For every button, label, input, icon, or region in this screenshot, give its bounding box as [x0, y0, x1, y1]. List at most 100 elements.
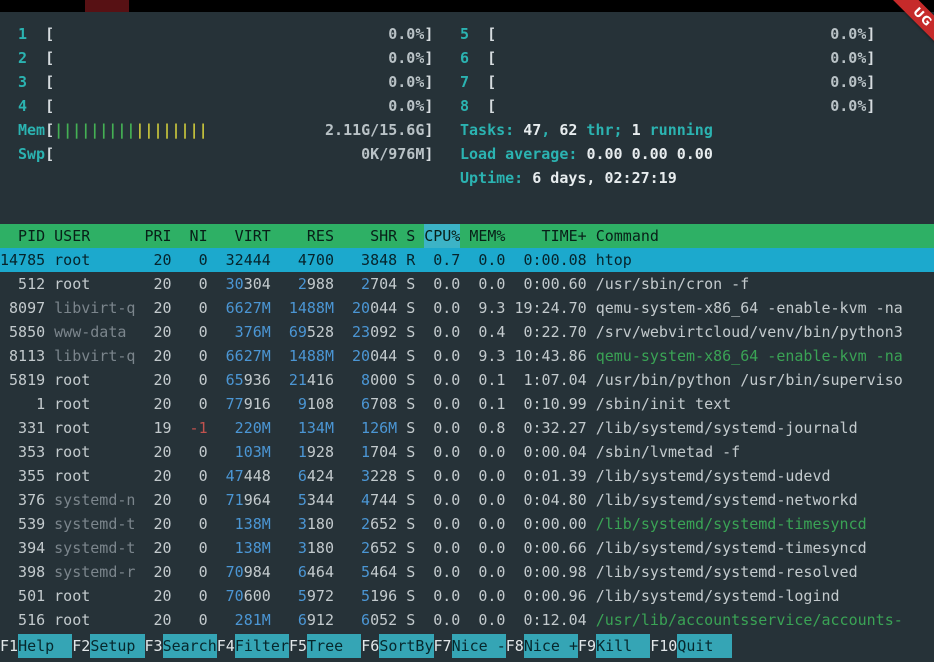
cpu-meter-id: 7	[460, 70, 487, 94]
column-header-time[interactable]: TIME+	[514, 224, 586, 248]
command-cell: /sbin/init text	[596, 392, 934, 416]
fkey-sortby[interactable]: F6SortBy	[361, 634, 433, 658]
fkey-filter[interactable]: F4Filter	[217, 634, 289, 658]
priority-cell: 20	[144, 368, 171, 392]
column-header-mem[interactable]: MEM%	[469, 224, 505, 248]
fkey-key: F9	[578, 634, 596, 658]
state-cell: S	[406, 488, 415, 512]
memory-meter: Mem[|||||||||||||||||2.11G/15.6G]	[0, 118, 460, 142]
process-row[interactable]: 516root200281M69126052S0.00.00:12.04/usr…	[0, 608, 934, 632]
process-row[interactable]: 331root19-1220M134M126MS0.00.80:32.27/li…	[0, 416, 934, 440]
mem-percent-cell: 0.0	[469, 608, 505, 632]
column-header-pri[interactable]: PRI	[144, 224, 171, 248]
process-row[interactable]: 501root2007060059725196S0.00.00:00.96/li…	[0, 584, 934, 608]
fkey-nice-[interactable]: F7Nice -	[434, 634, 506, 658]
res-cell: 5972	[280, 584, 334, 608]
column-header-user[interactable]: USER	[54, 224, 135, 248]
state-cell: S	[406, 536, 415, 560]
time-cell: 0:00.96	[514, 584, 586, 608]
process-row[interactable]: 355root2004744864243228S0.00.00:01.39/li…	[0, 464, 934, 488]
command-cell: /srv/webvirtcloud/venv/bin/python3	[596, 320, 934, 344]
virt-cell: 138M	[217, 512, 271, 536]
meter-bracket: ]	[866, 70, 875, 94]
process-row[interactable]: 8113libvirt-q2006627M1488M20044S0.09.310…	[0, 344, 934, 368]
priority-cell: 20	[144, 584, 171, 608]
meter-bar: 0.0%	[54, 22, 424, 46]
column-header-res[interactable]: RES	[280, 224, 334, 248]
fkey-kill[interactable]: F9Kill	[578, 634, 650, 658]
time-cell: 0:10.99	[514, 392, 586, 416]
process-row[interactable]: 394systemd-t200138M31802652S0.00.00:00.6…	[0, 536, 934, 560]
time-cell: 0:00.60	[514, 272, 586, 296]
meter-bracket: [	[487, 70, 496, 94]
column-header-ni[interactable]: NI	[181, 224, 208, 248]
time-cell: 19:24.70	[514, 296, 586, 320]
fkey-label: Help	[18, 634, 72, 658]
priority-cell: 20	[144, 488, 171, 512]
fkey-setup[interactable]: F2Setup	[72, 634, 144, 658]
process-row[interactable]: 5850www-data200376M6952823092S0.00.40:22…	[0, 320, 934, 344]
column-header-virt[interactable]: VIRT	[217, 224, 271, 248]
command-cell: qemu-system-x86_64 -enable-kvm -na	[596, 296, 934, 320]
priority-cell: 20	[144, 248, 171, 272]
cpu-meter-id: 2	[18, 46, 45, 70]
priority-cell: 20	[144, 560, 171, 584]
time-cell: 0:12.04	[514, 608, 586, 632]
fkey-help[interactable]: F1Help	[0, 634, 72, 658]
process-row[interactable]: 353root200103M19281704S0.00.00:00.04/sbi…	[0, 440, 934, 464]
fkey-nice-[interactable]: F8Nice +	[506, 634, 578, 658]
fkey-label: Tree	[307, 634, 361, 658]
fkey-search[interactable]: F3Search	[145, 634, 217, 658]
res-cell: 4700	[280, 248, 334, 272]
cpu-percent-cell: 0.0	[424, 440, 460, 464]
column-header-shr[interactable]: SHR	[343, 224, 397, 248]
state-cell: S	[406, 368, 415, 392]
shr-cell: 126M	[343, 416, 397, 440]
fkey-key: F4	[217, 634, 235, 658]
meter-bracket: [	[45, 142, 54, 166]
virt-cell: 65936	[217, 368, 271, 392]
process-row[interactable]: 376systemd-n2007196453444744S0.00.00:04.…	[0, 488, 934, 512]
memory-bar-pipes: |||||||||||||||||	[54, 118, 208, 142]
pid-cell: 331	[0, 416, 45, 440]
user-cell: root	[54, 608, 135, 632]
res-cell: 1488M	[280, 296, 334, 320]
state-cell: S	[406, 584, 415, 608]
cpu-meter-2: 2[0.0%]	[0, 46, 460, 70]
process-row[interactable]: 5819root20065936214168000S0.00.11:07.04/…	[0, 368, 934, 392]
res-cell: 6912	[280, 608, 334, 632]
cpu-meter-id: 4	[18, 94, 45, 118]
fkey-key: F7	[434, 634, 452, 658]
process-row[interactable]: 512root2003030429882704S0.00.00:00.60/us…	[0, 272, 934, 296]
process-row[interactable]: 1root2007791691086708S0.00.10:10.99/sbin…	[0, 392, 934, 416]
process-row[interactable]: 539systemd-t200138M31802652S0.00.00:00.0…	[0, 512, 934, 536]
process-row[interactable]: 398systemd-r2007098464645464S0.00.00:00.…	[0, 560, 934, 584]
user-cell: root	[54, 368, 135, 392]
fkey-tree[interactable]: F5Tree	[289, 634, 361, 658]
column-header-cpu[interactable]: CPU%	[424, 224, 460, 248]
process-row[interactable]: 8097libvirt-q2006627M1488M20044S0.09.319…	[0, 296, 934, 320]
user-cell: systemd-t	[54, 536, 135, 560]
column-header-pid[interactable]: PID	[0, 224, 45, 248]
fkey-label: SortBy	[379, 634, 433, 658]
virt-cell: 70984	[217, 560, 271, 584]
meter-bracket: [	[45, 118, 54, 142]
time-cell: 0:00.98	[514, 560, 586, 584]
state-cell: S	[406, 440, 415, 464]
shr-cell: 20044	[343, 296, 397, 320]
column-header-s[interactable]: S	[406, 224, 415, 248]
fkey-quit[interactable]: F10Quit	[650, 634, 731, 658]
meter-bracket: [	[45, 70, 54, 94]
user-cell: root	[54, 464, 135, 488]
process-row[interactable]: 14785root2003244447003848R0.70.00:00.08h…	[0, 248, 934, 272]
cpu-percent-cell: 0.0	[424, 488, 460, 512]
time-cell: 0:32.27	[514, 416, 586, 440]
mem-percent-cell: 9.3	[469, 344, 505, 368]
user-cell: www-data	[54, 320, 135, 344]
column-header-command[interactable]: Command	[596, 224, 934, 248]
user-cell: libvirt-q	[54, 344, 135, 368]
meter-bracket: [	[45, 94, 54, 118]
shr-cell: 3848	[343, 248, 397, 272]
state-cell: S	[406, 560, 415, 584]
cpu-percent-cell: 0.0	[424, 536, 460, 560]
